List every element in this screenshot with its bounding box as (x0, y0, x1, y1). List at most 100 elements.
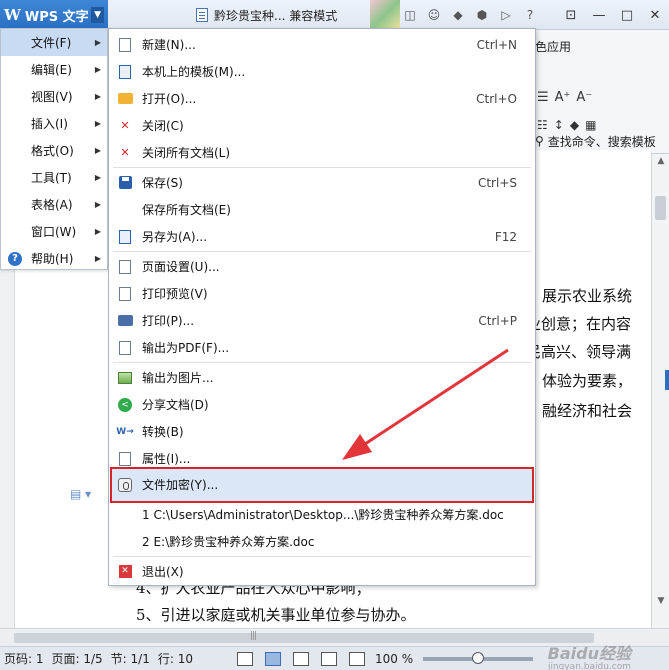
doc-line: 体验为要素， (542, 372, 633, 390)
menu-item-local-templates[interactable]: 本机上的模板(M)... (109, 58, 535, 85)
menu-tools[interactable]: 工具(T) ▶ (1, 164, 107, 191)
page-setup-icon (117, 259, 133, 274)
menu-item-recent-1[interactable]: 1 C:\Users\Administrator\Desktop...\黔珍贵宝… (109, 501, 535, 528)
menu-insert[interactable]: 插入(I) ▶ (1, 110, 107, 137)
menu-item-label: 输出为PDF(F)... (142, 341, 230, 355)
read-view-icon[interactable] (348, 651, 365, 666)
zoom-slider[interactable] (423, 651, 534, 664)
menu-help[interactable]: ? 帮助(H) ▶ (1, 245, 107, 272)
gift-icon[interactable]: ☺ (424, 5, 444, 25)
scroll-up-icon[interactable]: ▲ (652, 156, 669, 166)
pdf-icon (117, 340, 133, 355)
menu-item-recent-2[interactable]: 2 E:\黔珍贵宝种养众筹方案.doc (109, 528, 535, 555)
search-icon: ⚲ (535, 134, 544, 148)
close-all-icon: ✕ (120, 146, 130, 159)
menu-table[interactable]: 表格(A) ▶ (1, 191, 107, 218)
paragraph-marker-icon[interactable]: ▤ ▾ (70, 487, 91, 501)
outline-view-icon[interactable] (292, 651, 309, 666)
close-document-icon: ✕ (120, 119, 130, 132)
menu-item-save[interactable]: 保存(S) Ctrl+S (109, 169, 535, 196)
exit-icon: ✕ (117, 564, 133, 579)
menu-item-convert[interactable]: W→ 转换(B) (109, 418, 535, 445)
command-search[interactable]: ⚲ 查找命令、搜索模板 (535, 130, 669, 152)
app-name: WPS 文字 (24, 9, 89, 25)
align-icon[interactable]: ☰ (537, 90, 549, 105)
menu-separator (113, 362, 531, 363)
font-grow-button[interactable]: A⁺ (555, 90, 571, 105)
menu-item-save-as[interactable]: 另存为(A)... F12 (109, 223, 535, 250)
close-icon[interactable]: ✕ (641, 8, 669, 23)
help-circle-icon: ? (8, 251, 22, 266)
zoom-slider-knob[interactable] (472, 651, 485, 664)
wps-app-menu-button[interactable]: W WPS 文字 ▼ (0, 0, 108, 30)
menu-item-label: 打印(P)... (142, 314, 195, 328)
chevron-right-icon: ▶ (94, 38, 101, 47)
menu-item-label: 另存为(A)... (142, 230, 208, 244)
status-page-code: 页码: 1 (4, 652, 44, 666)
pen-icon[interactable]: ▷ (496, 5, 516, 25)
shortcut: Ctrl+N (476, 37, 517, 52)
doc-line: 民高兴、领导满 (526, 343, 632, 361)
fullscreen-icon[interactable] (236, 651, 253, 666)
share-icon: < (117, 397, 133, 412)
menu-separator (113, 167, 531, 168)
document-tab[interactable]: 黔珍贵宝种... 兼容模式 (196, 4, 337, 26)
menu-item-page-setup[interactable]: 页面设置(U)... (109, 253, 535, 280)
skin-icon[interactable]: ◫ (400, 5, 420, 25)
menu-format[interactable]: 格式(O) ▶ (1, 137, 107, 164)
shortcut: Ctrl+O (476, 91, 517, 106)
menu-item-properties[interactable]: 属性(I)... (109, 445, 535, 472)
menu-item-label: 保存所有文档(E) (142, 203, 231, 217)
menu-file[interactable]: 文件(F) ▶ (1, 29, 107, 56)
restore-icon[interactable]: ⊡ (557, 8, 585, 23)
save-as-icon (117, 229, 133, 244)
chevron-right-icon: ▶ (94, 65, 101, 74)
horizontal-scroll-thumb[interactable] (14, 633, 594, 643)
shortcut: Ctrl+S (477, 175, 517, 190)
menu-item-export-pdf[interactable]: 输出为PDF(F)... (109, 334, 535, 361)
chevron-right-icon: ▶ (94, 200, 101, 209)
cube-icon[interactable]: ⬢ (472, 5, 492, 25)
scroll-thumb[interactable] (655, 196, 666, 220)
scroll-down-icon[interactable]: ▼ (652, 596, 669, 606)
menu-view[interactable]: 视图(V) ▶ (1, 83, 107, 110)
menu-item-open[interactable]: 打开(O)... Ctrl+O (109, 85, 535, 112)
minimize-icon[interactable]: — (585, 8, 613, 23)
menu-item-export-image[interactable]: 输出为图片... (109, 364, 535, 391)
menu-label: 工具(T) (31, 171, 72, 185)
search-input[interactable]: 查找命令、搜索模板 (548, 133, 656, 150)
menu-item-label: 本机上的模板(M)... (142, 65, 246, 79)
page-view-icon[interactable] (264, 651, 281, 666)
menu-edit[interactable]: 编辑(E) ▶ (1, 56, 107, 83)
help-icon[interactable]: ? (520, 5, 540, 25)
web-view-icon[interactable] (320, 651, 337, 666)
vertical-scrollbar[interactable]: ▲ ▼ (651, 154, 669, 628)
chevron-right-icon: ▶ (94, 119, 101, 128)
menu-item-new[interactable]: 新建(N)... Ctrl+N (109, 31, 535, 58)
menu-item-close[interactable]: ✕ 关闭(C) (109, 112, 535, 139)
menu-item-save-all[interactable]: 保存所有文档(E) (109, 196, 535, 223)
menu-window[interactable]: 窗口(W) ▶ (1, 218, 107, 245)
menu-item-print[interactable]: 打印(P)... Ctrl+P (109, 307, 535, 334)
mail-icon[interactable]: ◆ (448, 5, 468, 25)
status-section: 节: 1/1 (110, 652, 150, 666)
menu-item-print-preview[interactable]: 打印预览(V) (109, 280, 535, 307)
menu-label: 帮助(H) (31, 252, 74, 266)
doc-line: 业创意；在内容 (526, 315, 632, 333)
zoom-level[interactable]: 100 % (371, 652, 417, 666)
menu-item-label: 分享文档(D) (142, 398, 209, 412)
menu-item-share[interactable]: < 分享文档(D) (109, 391, 535, 418)
menu-item-exit[interactable]: ✕ 退出(X) (109, 558, 535, 585)
font-shrink-button[interactable]: A⁻ (576, 90, 592, 105)
chevron-down-icon[interactable]: ▼ (91, 7, 104, 23)
menu-label: 表格(A) (31, 198, 73, 212)
maximize-icon[interactable]: □ (613, 8, 641, 23)
menu-item-encrypt[interactable]: 文件加密(Y)... (109, 471, 535, 498)
chevron-right-icon: ▶ (94, 173, 101, 182)
menu-separator (113, 556, 531, 557)
menu-item-close-all[interactable]: ✕ 关闭所有文档(L) (109, 139, 535, 166)
template-icon (117, 64, 133, 79)
shortcut: Ctrl+P (478, 313, 517, 328)
menu-item-label: 1 C:\Users\Administrator\Desktop...\黔珍贵宝… (142, 508, 504, 522)
menu-separator (113, 251, 531, 252)
